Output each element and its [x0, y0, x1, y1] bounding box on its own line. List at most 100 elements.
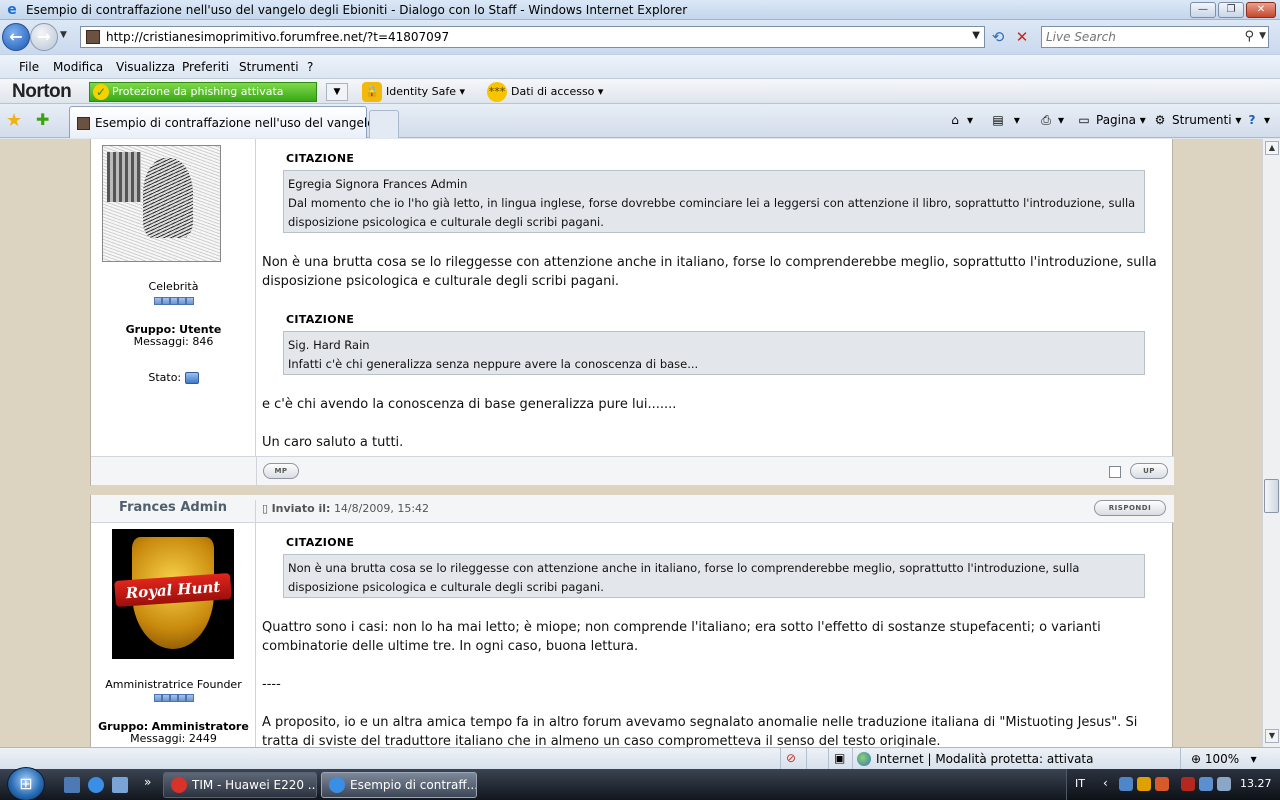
- scroll-up-arrow-icon[interactable]: ▲: [1265, 141, 1279, 155]
- post2-messages-value: 2449: [188, 732, 217, 745]
- tray-expand-icon[interactable]: ‹: [1103, 776, 1108, 790]
- minimize-button[interactable]: —: [1190, 2, 1216, 18]
- back-button[interactable]: ←: [2, 23, 30, 51]
- post1-footer: MP UP: [91, 456, 1174, 487]
- post1-user-column: Celebrità Gruppo: Utente Messaggi: 846 S…: [91, 139, 256, 456]
- scroll-thumb[interactable]: [1264, 479, 1279, 513]
- post2-messages: Messaggi: 2449: [130, 732, 217, 745]
- post1-body: CITAZIONE Egregia Signora Frances Admin …: [256, 139, 1174, 456]
- favorites-star-icon[interactable]: ★: [6, 110, 22, 131]
- switch-windows-icon[interactable]: [112, 777, 128, 793]
- tab-label: Esempio di contraffazione nell'uso del v…: [95, 116, 398, 130]
- post1-text1: Non è una brutta cosa se lo rileggesse c…: [262, 255, 1157, 289]
- post1-rank: Celebrità: [148, 280, 199, 293]
- feeds-button[interactable]: ▤ ▾: [990, 113, 1020, 127]
- menu-help[interactable]: ?: [307, 60, 313, 74]
- menu-modifica[interactable]: Modifica: [53, 60, 103, 74]
- tab-active[interactable]: Esempio di contraffazione nell'uso del v…: [69, 106, 397, 138]
- mp-button[interactable]: MP: [263, 463, 299, 479]
- quicklaunch-expand-icon[interactable]: »: [144, 775, 151, 789]
- print-button[interactable]: ⎙ ▾: [1038, 113, 1064, 128]
- internet-zone-icon: [857, 752, 871, 766]
- language-indicator[interactable]: IT: [1075, 777, 1085, 790]
- strumenti-label: Strumenti: [1172, 113, 1232, 127]
- phishing-dropdown-button[interactable]: ▼: [326, 83, 348, 101]
- refresh-button[interactable]: ⟲: [987, 26, 1009, 48]
- close-window-button[interactable]: ✕: [1246, 2, 1276, 18]
- ie-quicklaunch-icon[interactable]: [88, 777, 104, 793]
- maximize-button[interactable]: ❐: [1218, 2, 1244, 18]
- post2-username[interactable]: Frances Admin: [91, 500, 256, 522]
- tab-bar: ★ ✚ Esempio di contraffazione nell'uso d…: [0, 104, 1280, 138]
- menu-preferiti[interactable]: Preferiti: [182, 60, 229, 74]
- security-zone-label[interactable]: Internet | Modalità protetta: attivata: [876, 752, 1093, 766]
- add-favorites-icon[interactable]: ✚: [36, 110, 49, 129]
- ie-app-icon: [329, 777, 345, 793]
- popup-blocker-icon[interactable]: ⊘: [786, 751, 796, 765]
- stop-button[interactable]: ✕: [1011, 26, 1033, 48]
- search-options-dropdown-icon[interactable]: ▼: [1259, 31, 1266, 41]
- post2-text1: Quattro sono i casi: non lo ha mai letto…: [262, 620, 1101, 654]
- post2-header: Frances Admin ▯ Inviato il: 14/8/2009, 1…: [91, 495, 1174, 523]
- post1-quote1-text: Dal momento che io l'ho già letto, in li…: [288, 196, 1136, 229]
- new-tab-button[interactable]: [369, 110, 399, 138]
- page-icon: ▭: [1078, 113, 1090, 127]
- forward-button[interactable]: →: [30, 23, 58, 51]
- system-tray: IT ‹ 13.27: [1066, 769, 1280, 800]
- url-text[interactable]: http://cristianesimoprimitivo.forumfree.…: [106, 30, 449, 44]
- pagina-menu[interactable]: ▭ Pagina ▾: [1076, 113, 1145, 127]
- page-content: Celebrità Gruppo: Utente Messaggi: 846 S…: [0, 139, 1262, 747]
- clock[interactable]: 13.27: [1240, 777, 1272, 790]
- start-button[interactable]: ⊞: [7, 767, 45, 800]
- alert-tray-icon[interactable]: [1181, 777, 1195, 791]
- post1-quote1: Egregia Signora Frances Admin Dal moment…: [283, 170, 1145, 233]
- protected-mode-icon[interactable]: ▣: [834, 751, 845, 765]
- volume-icon[interactable]: [1217, 777, 1231, 791]
- search-input[interactable]: [1046, 29, 1236, 45]
- scroll-down-arrow-icon[interactable]: ▼: [1265, 729, 1279, 743]
- zoom-level[interactable]: ⊕ 100% ▾: [1191, 752, 1257, 766]
- home-button[interactable]: ⌂ ▾: [947, 113, 973, 127]
- help-button[interactable]: ? ▾: [1244, 113, 1271, 127]
- post2-quote-text: Non è una brutta cosa se lo rileggesse c…: [288, 561, 1080, 594]
- post1-avatar: [102, 145, 221, 262]
- taskbar-ie-window[interactable]: Esempio di contraff...: [321, 772, 477, 798]
- online-status-icon: [184, 372, 199, 384]
- network-icon[interactable]: [1119, 777, 1133, 791]
- address-bar[interactable]: http://cristianesimoprimitivo.forumfree.…: [80, 26, 985, 48]
- site-favicon-icon: [86, 30, 100, 44]
- post2-quote-header: CITAZIONE: [286, 536, 355, 549]
- rispondi-button[interactable]: RISPONDI: [1094, 500, 1166, 516]
- menu-strumenti[interactable]: Strumenti: [239, 60, 299, 74]
- show-desktop-icon[interactable]: [64, 777, 80, 793]
- up-button[interactable]: UP: [1130, 463, 1168, 479]
- taskbar-tim-huawei[interactable]: TIM - Huawei E220 ...: [163, 772, 317, 798]
- rss-icon: ▤: [992, 113, 1004, 127]
- norton-tray-icon[interactable]: [1137, 777, 1151, 791]
- tim-app-icon: [171, 777, 187, 793]
- lock-icon: 🔒: [362, 82, 382, 102]
- printer-icon: ⎙: [1041, 113, 1051, 127]
- address-toolbar: ← → ▼ http://cristianesimoprimitivo.foru…: [0, 20, 1280, 54]
- identity-safe-button[interactable]: 🔒 Identity Safe ▾: [362, 82, 465, 102]
- post1-quote2-text: Infatti c'è chi generalizza senza neppur…: [288, 357, 699, 371]
- address-dropdown-icon[interactable]: ▼: [972, 30, 980, 41]
- post2-rank-pips: [91, 690, 256, 704]
- vertical-scrollbar[interactable]: ▲ ▼: [1262, 139, 1280, 747]
- status-bar: ⊘ ▣ Internet | Modalità protetta: attiva…: [0, 747, 1280, 770]
- search-icon[interactable]: ⚲: [1244, 29, 1254, 44]
- recent-pages-dropdown-icon[interactable]: ▼: [60, 30, 67, 40]
- post1-messages-value: 846: [192, 335, 214, 348]
- search-box[interactable]: ⚲ ▼: [1041, 26, 1269, 48]
- menu-visualizza[interactable]: Visualizza: [116, 60, 175, 74]
- security-tray-icon[interactable]: [1155, 777, 1169, 791]
- phishing-protection-status[interactable]: ✓ Protezione da phishing attivata: [89, 82, 317, 102]
- strumenti-menu[interactable]: ⚙ Strumenti ▾: [1152, 113, 1242, 127]
- menu-file[interactable]: File: [19, 60, 39, 74]
- dati-accesso-button[interactable]: *** Dati di accesso ▾: [487, 82, 603, 102]
- post2-quote: Non è una brutta cosa se lo rileggesse c…: [283, 554, 1145, 598]
- monitor-tray-icon[interactable]: [1199, 777, 1213, 791]
- post1-select-checkbox[interactable]: [1109, 466, 1121, 478]
- post1-quote2-header: CITAZIONE: [286, 313, 355, 326]
- post1-messages: Messaggi: 846: [133, 335, 214, 348]
